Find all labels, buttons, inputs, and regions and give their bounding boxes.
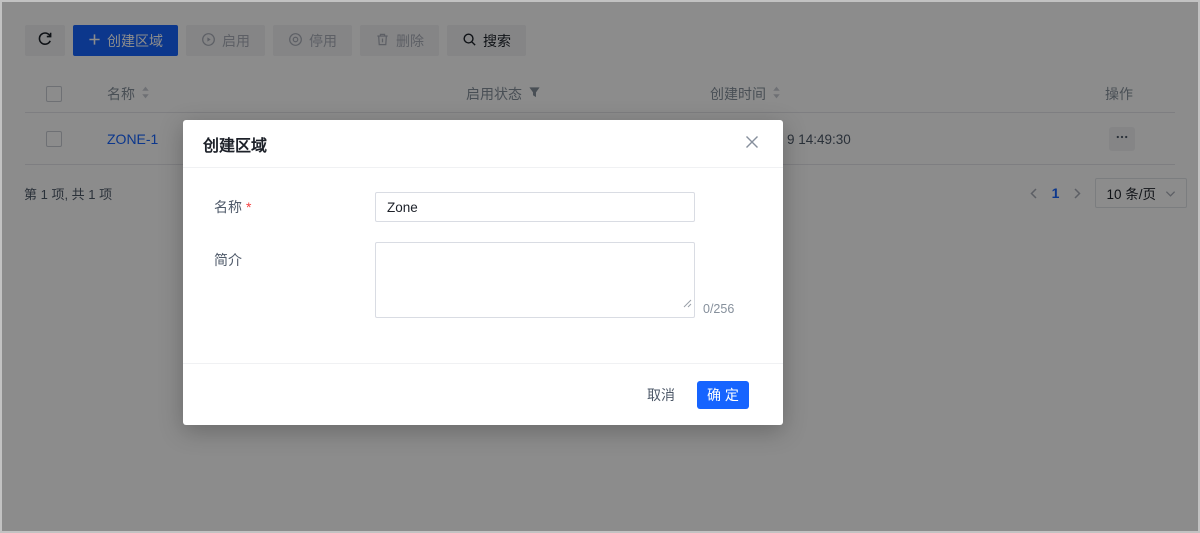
zone-description-textarea[interactable] <box>375 242 695 318</box>
confirm-button[interactable]: 确 定 <box>697 381 749 409</box>
close-icon <box>745 135 759 152</box>
modal-footer: 取消 确 定 <box>183 363 783 425</box>
required-asterisk: * <box>246 199 251 215</box>
zone-name-input[interactable] <box>375 192 695 222</box>
modal-close-button[interactable] <box>741 131 763 156</box>
modal-header: 创建区域 <box>183 120 783 168</box>
resize-handle-icon[interactable] <box>683 295 692 313</box>
name-field-row: 名称 * <box>214 192 783 222</box>
app-window: 创建区域 启用 停用 <box>0 0 1200 533</box>
name-field-label: 名称 <box>214 197 242 217</box>
description-field-row: 简介 0/256 <box>214 242 783 318</box>
description-field-label: 简介 <box>214 250 242 270</box>
modal-body: 名称 * 简介 0/256 <box>183 192 783 318</box>
create-zone-modal: 创建区域 名称 * 简介 <box>183 120 783 425</box>
char-counter: 0/256 <box>703 302 734 318</box>
cancel-button[interactable]: 取消 <box>647 385 675 405</box>
modal-title: 创建区域 <box>203 132 267 156</box>
